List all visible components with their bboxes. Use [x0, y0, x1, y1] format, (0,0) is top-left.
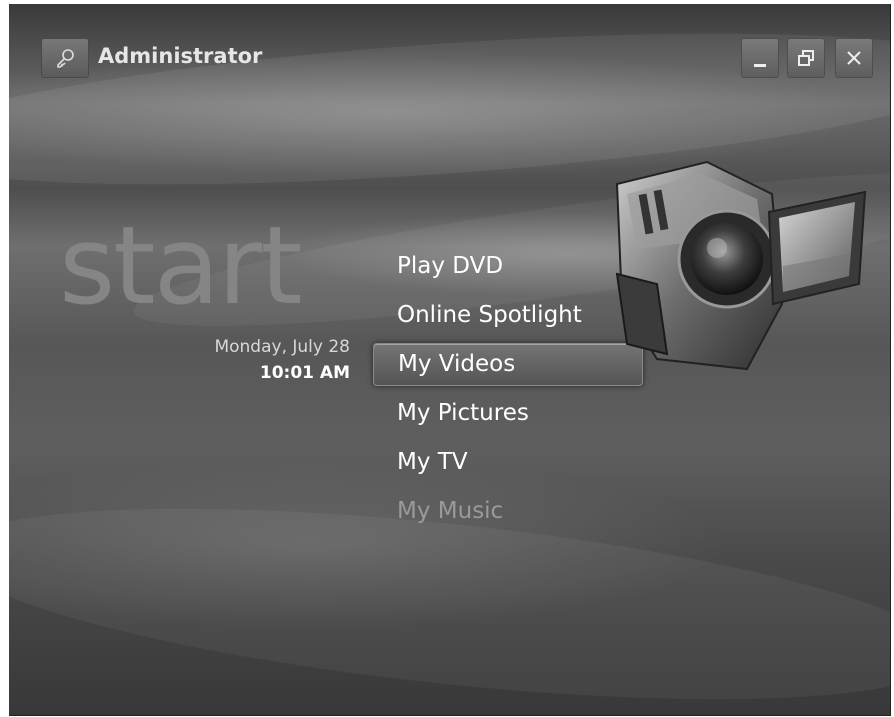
close-icon	[847, 51, 861, 65]
minimize-button[interactable]	[741, 38, 779, 78]
restore-button[interactable]	[787, 38, 825, 78]
menu-item-my-pictures[interactable]: My Pictures	[373, 389, 643, 438]
camcorder-icon	[615, 160, 867, 371]
user-name: Administrator	[98, 44, 263, 68]
minimize-icon	[754, 63, 766, 67]
key-icon[interactable]	[41, 38, 89, 78]
time-label: 10:01 AM	[259, 363, 350, 383]
close-button[interactable]	[835, 38, 873, 78]
media-center-window: Administrator start Monday, July 28 10:0…	[9, 4, 891, 716]
menu-item-my-tv[interactable]: My TV	[373, 438, 643, 487]
start-title: start	[59, 204, 303, 329]
menu-item-my-music[interactable]: My Music	[373, 487, 643, 536]
date-label: Monday, July 28	[214, 337, 350, 357]
restore-icon	[798, 50, 814, 66]
key-icon-graphic	[57, 49, 74, 68]
